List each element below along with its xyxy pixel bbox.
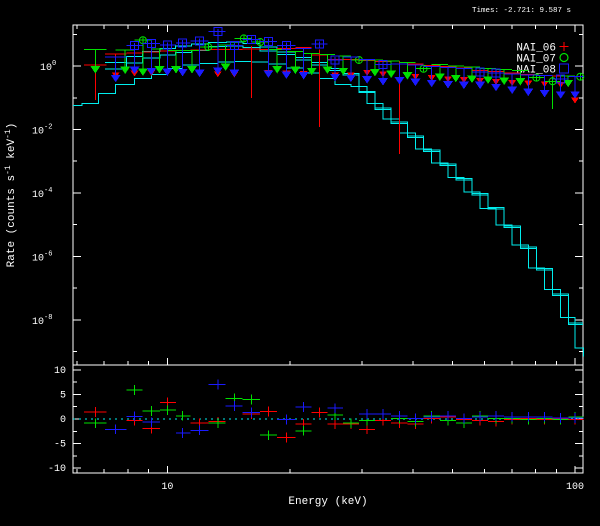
spectral-fit-plot: 10010-210-410-610-8101001050-5-10Rate (c… <box>0 0 600 526</box>
resid-tick-label: -5 <box>54 440 66 451</box>
y-axis-tick-label-10e-8-exp: -8 <box>44 314 52 322</box>
x-axis-tick-label: 10 <box>161 482 173 493</box>
y-axis-tick-label-10e-4-exp: -4 <box>44 187 52 195</box>
y-axis-tick-label-10e0-base: 10 <box>40 63 52 74</box>
y-axis-tick-label-10e-6-base: 10 <box>32 253 44 264</box>
y-axis-tick-label-10e-2-base: 10 <box>32 126 44 137</box>
x-axis-tick-label: 100 <box>566 482 584 493</box>
y-axis-tick-label-10e-6-exp: -6 <box>44 250 52 258</box>
chart-canvas: 10010-210-410-610-8101001050-5-10Rate (c… <box>0 0 600 526</box>
y-axis-tick-label-10e-4-base: 10 <box>32 190 44 201</box>
y-axis-tick-label-10e-2-exp: -2 <box>44 123 52 131</box>
plot-background <box>0 0 600 526</box>
resid-tick-label: -10 <box>48 464 66 475</box>
times-annotation: Times: -2.721: 9.587 s <box>472 7 571 15</box>
resid-tick-label: 5 <box>60 390 66 401</box>
resid-tick-label: 0 <box>60 415 66 426</box>
resid-tick-label: 10 <box>54 366 66 377</box>
y-axis-tick-label-10e-8-base: 10 <box>32 317 44 328</box>
y-axis-title: Rate (counts s-1 keV-1) <box>4 123 18 268</box>
x-axis-title: Energy (keV) <box>288 496 367 508</box>
y-axis-tick-label-10e0-exp: 0 <box>52 60 56 68</box>
